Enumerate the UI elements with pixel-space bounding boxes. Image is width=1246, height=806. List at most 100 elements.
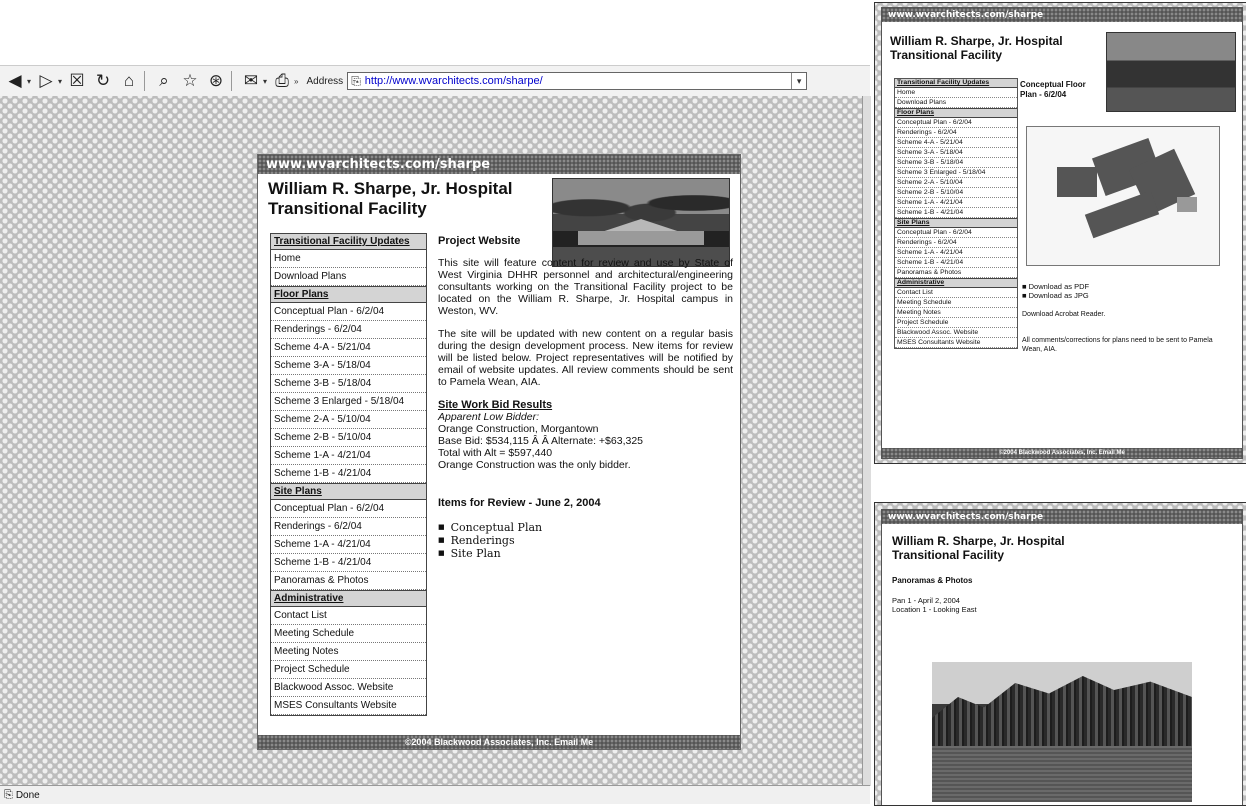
nav-link[interactable]: Scheme 1-B - 4/21/04 bbox=[271, 465, 426, 483]
vertical-scrollbar[interactable] bbox=[862, 96, 871, 786]
media-icon[interactable]: ⊛ bbox=[205, 70, 227, 92]
nav-link[interactable]: Panoramas & Photos bbox=[271, 572, 426, 590]
download-pdf-label[interactable]: Download as PDF bbox=[1029, 282, 1089, 291]
nav-link[interactable]: Scheme 1-B - 4/21/04 bbox=[895, 208, 1017, 218]
review-item[interactable]: Renderings bbox=[438, 534, 733, 547]
nav-link[interactable]: Project Schedule bbox=[271, 661, 426, 679]
nav-section-heading: Administrative bbox=[271, 590, 426, 607]
home-icon[interactable]: ⌂ bbox=[118, 70, 140, 92]
nav-link[interactable]: Renderings - 6/2/04 bbox=[271, 518, 426, 536]
nav-link[interactable]: Scheme 3-B - 5/18/04 bbox=[895, 158, 1017, 168]
nav-link[interactable]: Scheme 1-A - 4/21/04 bbox=[895, 248, 1017, 258]
nav-link[interactable]: Scheme 4-A - 5/21/04 bbox=[271, 339, 426, 357]
nav-link[interactable]: Contact List bbox=[271, 607, 426, 625]
plan-subtitle-line2: Plan - 6/2/04 bbox=[1020, 90, 1067, 99]
nav-link[interactable]: Scheme 1-A - 4/21/04 bbox=[271, 447, 426, 465]
toolbar-more[interactable]: » bbox=[294, 77, 298, 86]
nav-link[interactable]: Renderings - 6/2/04 bbox=[895, 128, 1017, 138]
panorama-photo[interactable] bbox=[932, 662, 1192, 802]
nav-link[interactable]: Scheme 3 Enlarged - 5/18/04 bbox=[271, 393, 426, 411]
nav-link[interactable]: Scheme 3-B - 5/18/04 bbox=[271, 375, 426, 393]
nav-link[interactable]: Scheme 2-A - 5/10/04 bbox=[895, 178, 1017, 188]
main-content: Project Website This site will feature c… bbox=[438, 235, 733, 560]
forward-dropdown-icon[interactable]: ▾ bbox=[58, 77, 62, 86]
nav-link[interactable]: Meeting Notes bbox=[271, 643, 426, 661]
nav-link[interactable]: Panoramas & Photos bbox=[895, 268, 1017, 278]
nav-link[interactable]: Meeting Schedule bbox=[271, 625, 426, 643]
nav-link[interactable]: Meeting Schedule bbox=[895, 298, 1017, 308]
address-url[interactable]: http://www.wvarchitects.com/sharpe/ bbox=[365, 75, 543, 87]
site-footer[interactable]: ©2004 Blackwood Associates, Inc. Email M… bbox=[882, 448, 1242, 458]
nav-link[interactable]: Download Plans bbox=[271, 268, 426, 286]
panorama-caption-line1: Pan 1 - April 2, 2004 bbox=[892, 596, 960, 605]
back-dropdown-icon[interactable]: ▾ bbox=[27, 77, 31, 86]
address-label: Address bbox=[306, 75, 344, 87]
nav-section-heading: Site Plans bbox=[895, 218, 1017, 228]
panorama-window: www.wvarchitects.com/sharpe William R. S… bbox=[874, 502, 1246, 806]
download-jpg-link[interactable]: ■ Download as JPG bbox=[1022, 291, 1089, 300]
nav-link[interactable]: Renderings - 6/2/04 bbox=[895, 238, 1017, 248]
nav-link[interactable]: Home bbox=[271, 250, 426, 268]
nav-link[interactable]: Scheme 3-A - 5/18/04 bbox=[895, 148, 1017, 158]
nav-link[interactable]: Meeting Notes bbox=[895, 308, 1017, 318]
download-pdf-link[interactable]: ■ Download as PDF bbox=[1022, 282, 1089, 291]
nav-link[interactable]: Conceptual Plan - 6/2/04 bbox=[895, 228, 1017, 238]
page-title: William R. Sharpe, Jr. Hospital Transiti… bbox=[890, 34, 1063, 62]
nav-link[interactable]: Scheme 1-A - 4/21/04 bbox=[895, 198, 1017, 208]
site-footer[interactable]: ©2004 Blackwood Associates, Inc. Email M… bbox=[258, 735, 740, 749]
bid-line: Base Bid: $534,115 Â Â Alternate: +$63,3… bbox=[438, 435, 644, 447]
address-bar[interactable]: ⎘ http://www.wvarchitects.com/sharpe/ ▾ bbox=[347, 72, 808, 90]
bid-results-link[interactable]: Site Work Bid Results bbox=[438, 399, 733, 411]
nav-link[interactable]: MSES Consultants Website bbox=[895, 338, 1017, 348]
nav-link[interactable]: Project Schedule bbox=[895, 318, 1017, 328]
nav-link[interactable]: Renderings - 6/2/04 bbox=[271, 321, 426, 339]
print-icon[interactable]: ⎙ bbox=[271, 70, 293, 92]
nav-link[interactable]: Download Plans bbox=[895, 98, 1017, 108]
nav-link[interactable]: Conceptual Plan - 6/2/04 bbox=[271, 303, 426, 321]
page-title-line1: William R. Sharpe, Jr. Hospital bbox=[268, 179, 513, 198]
nav-link[interactable]: Blackwood Assoc. Website bbox=[271, 679, 426, 697]
nav-link[interactable]: MSES Consultants Website bbox=[271, 697, 426, 715]
nav-link[interactable]: Scheme 3-A - 5/18/04 bbox=[271, 357, 426, 375]
search-icon[interactable]: ⌕ bbox=[153, 70, 175, 92]
floor-plan-image[interactable] bbox=[1026, 126, 1220, 266]
bid-subtitle: Apparent Low Bidder: bbox=[438, 411, 539, 423]
review-items-title: Items for Review - June 2, 2004 bbox=[438, 497, 601, 509]
nav-link[interactable]: Home bbox=[895, 88, 1017, 98]
panorama-caption: Pan 1 - April 2, 2004 Location 1 - Looki… bbox=[892, 596, 977, 614]
nav-link[interactable]: Scheme 3 Enlarged - 5/18/04 bbox=[895, 168, 1017, 178]
stop-icon[interactable]: ☒ bbox=[66, 70, 88, 92]
download-jpg-label[interactable]: Download as JPG bbox=[1029, 291, 1089, 300]
mail-icon[interactable]: ✉ bbox=[240, 70, 262, 92]
nav-link[interactable]: Scheme 2-A - 5/10/04 bbox=[271, 411, 426, 429]
review-item[interactable]: Conceptual Plan bbox=[438, 521, 733, 534]
nav-link[interactable]: Scheme 2-B - 5/10/04 bbox=[271, 429, 426, 447]
acrobat-link[interactable]: Download Acrobat Reader. bbox=[1022, 310, 1105, 319]
nav-link[interactable]: Contact List bbox=[895, 288, 1017, 298]
bid-line: Total with Alt = $597,440 bbox=[438, 447, 553, 459]
back-icon[interactable]: ◀ bbox=[4, 70, 26, 92]
status-text: Done bbox=[15, 789, 40, 801]
page-title: William R. Sharpe, Jr. Hospital Transiti… bbox=[268, 179, 548, 219]
review-item[interactable]: Site Plan bbox=[438, 547, 733, 560]
nav-link[interactable]: Blackwood Assoc. Website bbox=[895, 328, 1017, 338]
page-title-line2: Transitional Facility bbox=[890, 48, 1003, 62]
nav-link[interactable]: Scheme 1-B - 4/21/04 bbox=[271, 554, 426, 572]
mail-dropdown-icon[interactable]: ▾ bbox=[263, 77, 267, 86]
address-dropdown-icon[interactable]: ▾ bbox=[791, 73, 806, 89]
nav-section-heading: Administrative bbox=[895, 278, 1017, 288]
nav-link[interactable]: Scheme 2-B - 5/10/04 bbox=[895, 188, 1017, 198]
page-title-line2: Transitional Facility bbox=[892, 548, 1005, 562]
nav-link[interactable]: Scheme 4-A - 5/21/04 bbox=[895, 138, 1017, 148]
nav-link[interactable]: Scheme 1-A - 4/21/04 bbox=[271, 536, 426, 554]
nav-link[interactable]: Conceptual Plan - 6/2/04 bbox=[895, 118, 1017, 128]
forward-icon[interactable]: ▷ bbox=[35, 70, 57, 92]
favorites-icon[interactable]: ☆ bbox=[179, 70, 201, 92]
intro-paragraph: This site will feature content for revie… bbox=[438, 257, 733, 317]
page-title-line2: Transitional Facility bbox=[268, 199, 427, 218]
nav-link[interactable]: Conceptual Plan - 6/2/04 bbox=[271, 500, 426, 518]
refresh-icon[interactable]: ↻ bbox=[92, 70, 114, 92]
nav-link[interactable]: Scheme 1-B - 4/21/04 bbox=[895, 258, 1017, 268]
panorama-page: www.wvarchitects.com/sharpe William R. S… bbox=[881, 509, 1243, 805]
site-url-bar: www.wvarchitects.com/sharpe bbox=[882, 8, 1242, 22]
